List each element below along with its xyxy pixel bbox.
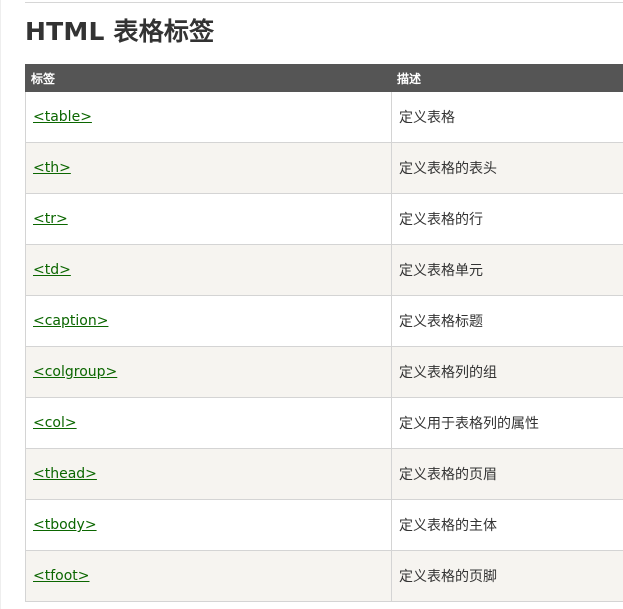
description-cell: 定义表格的行	[391, 193, 623, 245]
tag-link-caption[interactable]: <caption>	[33, 313, 108, 329]
description-cell: 定义用于表格列的属性	[391, 397, 623, 449]
tag-reference-table: 标签 描述 <table> 定义表格 <th> 定义表格的表头 <tr> 定义表…	[25, 64, 623, 602]
table-row: <thead> 定义表格的页眉	[25, 448, 623, 500]
description-cell: 定义表格的页脚	[391, 550, 623, 602]
table-row: <caption> 定义表格标题	[25, 295, 623, 347]
description-cell: 定义表格单元	[391, 244, 623, 296]
description-cell: 定义表格的页眉	[391, 448, 623, 500]
tag-cell: <table>	[25, 91, 392, 143]
table-row: <th> 定义表格的表头	[25, 142, 623, 194]
tag-link-th[interactable]: <th>	[33, 160, 71, 176]
table-row: <tfoot> 定义表格的页脚	[25, 550, 623, 602]
tag-cell: <colgroup>	[25, 346, 392, 398]
description-cell: 定义表格的主体	[391, 499, 623, 551]
table-row: <td> 定义表格单元	[25, 244, 623, 296]
tag-cell: <tfoot>	[25, 550, 392, 602]
page: HTML 表格标签 标签 描述 <table> 定义表格 <th> 定义表格的表…	[0, 0, 623, 609]
tag-cell: <tbody>	[25, 499, 392, 551]
table-row: <tr> 定义表格的行	[25, 193, 623, 245]
tag-link-col[interactable]: <col>	[33, 415, 77, 431]
top-divider	[25, 2, 623, 3]
left-divider	[0, 0, 1, 609]
tag-link-tbody[interactable]: <tbody>	[33, 517, 97, 533]
description-cell: 定义表格的表头	[391, 142, 623, 194]
table-row: <tbody> 定义表格的主体	[25, 499, 623, 551]
tag-cell: <col>	[25, 397, 392, 449]
tag-cell: <th>	[25, 142, 392, 194]
description-cell: 定义表格	[391, 91, 623, 143]
tag-cell: <thead>	[25, 448, 392, 500]
tag-cell: <td>	[25, 244, 392, 296]
description-cell: 定义表格列的组	[391, 346, 623, 398]
column-header-description: 描述	[391, 64, 623, 92]
tag-link-td[interactable]: <td>	[33, 262, 71, 278]
column-header-tag: 标签	[25, 64, 392, 92]
table-row: <table> 定义表格	[25, 91, 623, 143]
tag-link-thead[interactable]: <thead>	[33, 466, 97, 482]
page-title: HTML 表格标签	[25, 17, 215, 46]
description-cell: 定义表格标题	[391, 295, 623, 347]
table-row: <colgroup> 定义表格列的组	[25, 346, 623, 398]
tag-link-table[interactable]: <table>	[33, 109, 92, 125]
tag-link-tr[interactable]: <tr>	[33, 211, 68, 227]
tag-link-tfoot[interactable]: <tfoot>	[33, 568, 90, 584]
tag-cell: <caption>	[25, 295, 392, 347]
tag-link-colgroup[interactable]: <colgroup>	[33, 364, 117, 380]
tag-cell: <tr>	[25, 193, 392, 245]
table-header-row: 标签 描述	[25, 64, 623, 92]
table-row: <col> 定义用于表格列的属性	[25, 397, 623, 449]
